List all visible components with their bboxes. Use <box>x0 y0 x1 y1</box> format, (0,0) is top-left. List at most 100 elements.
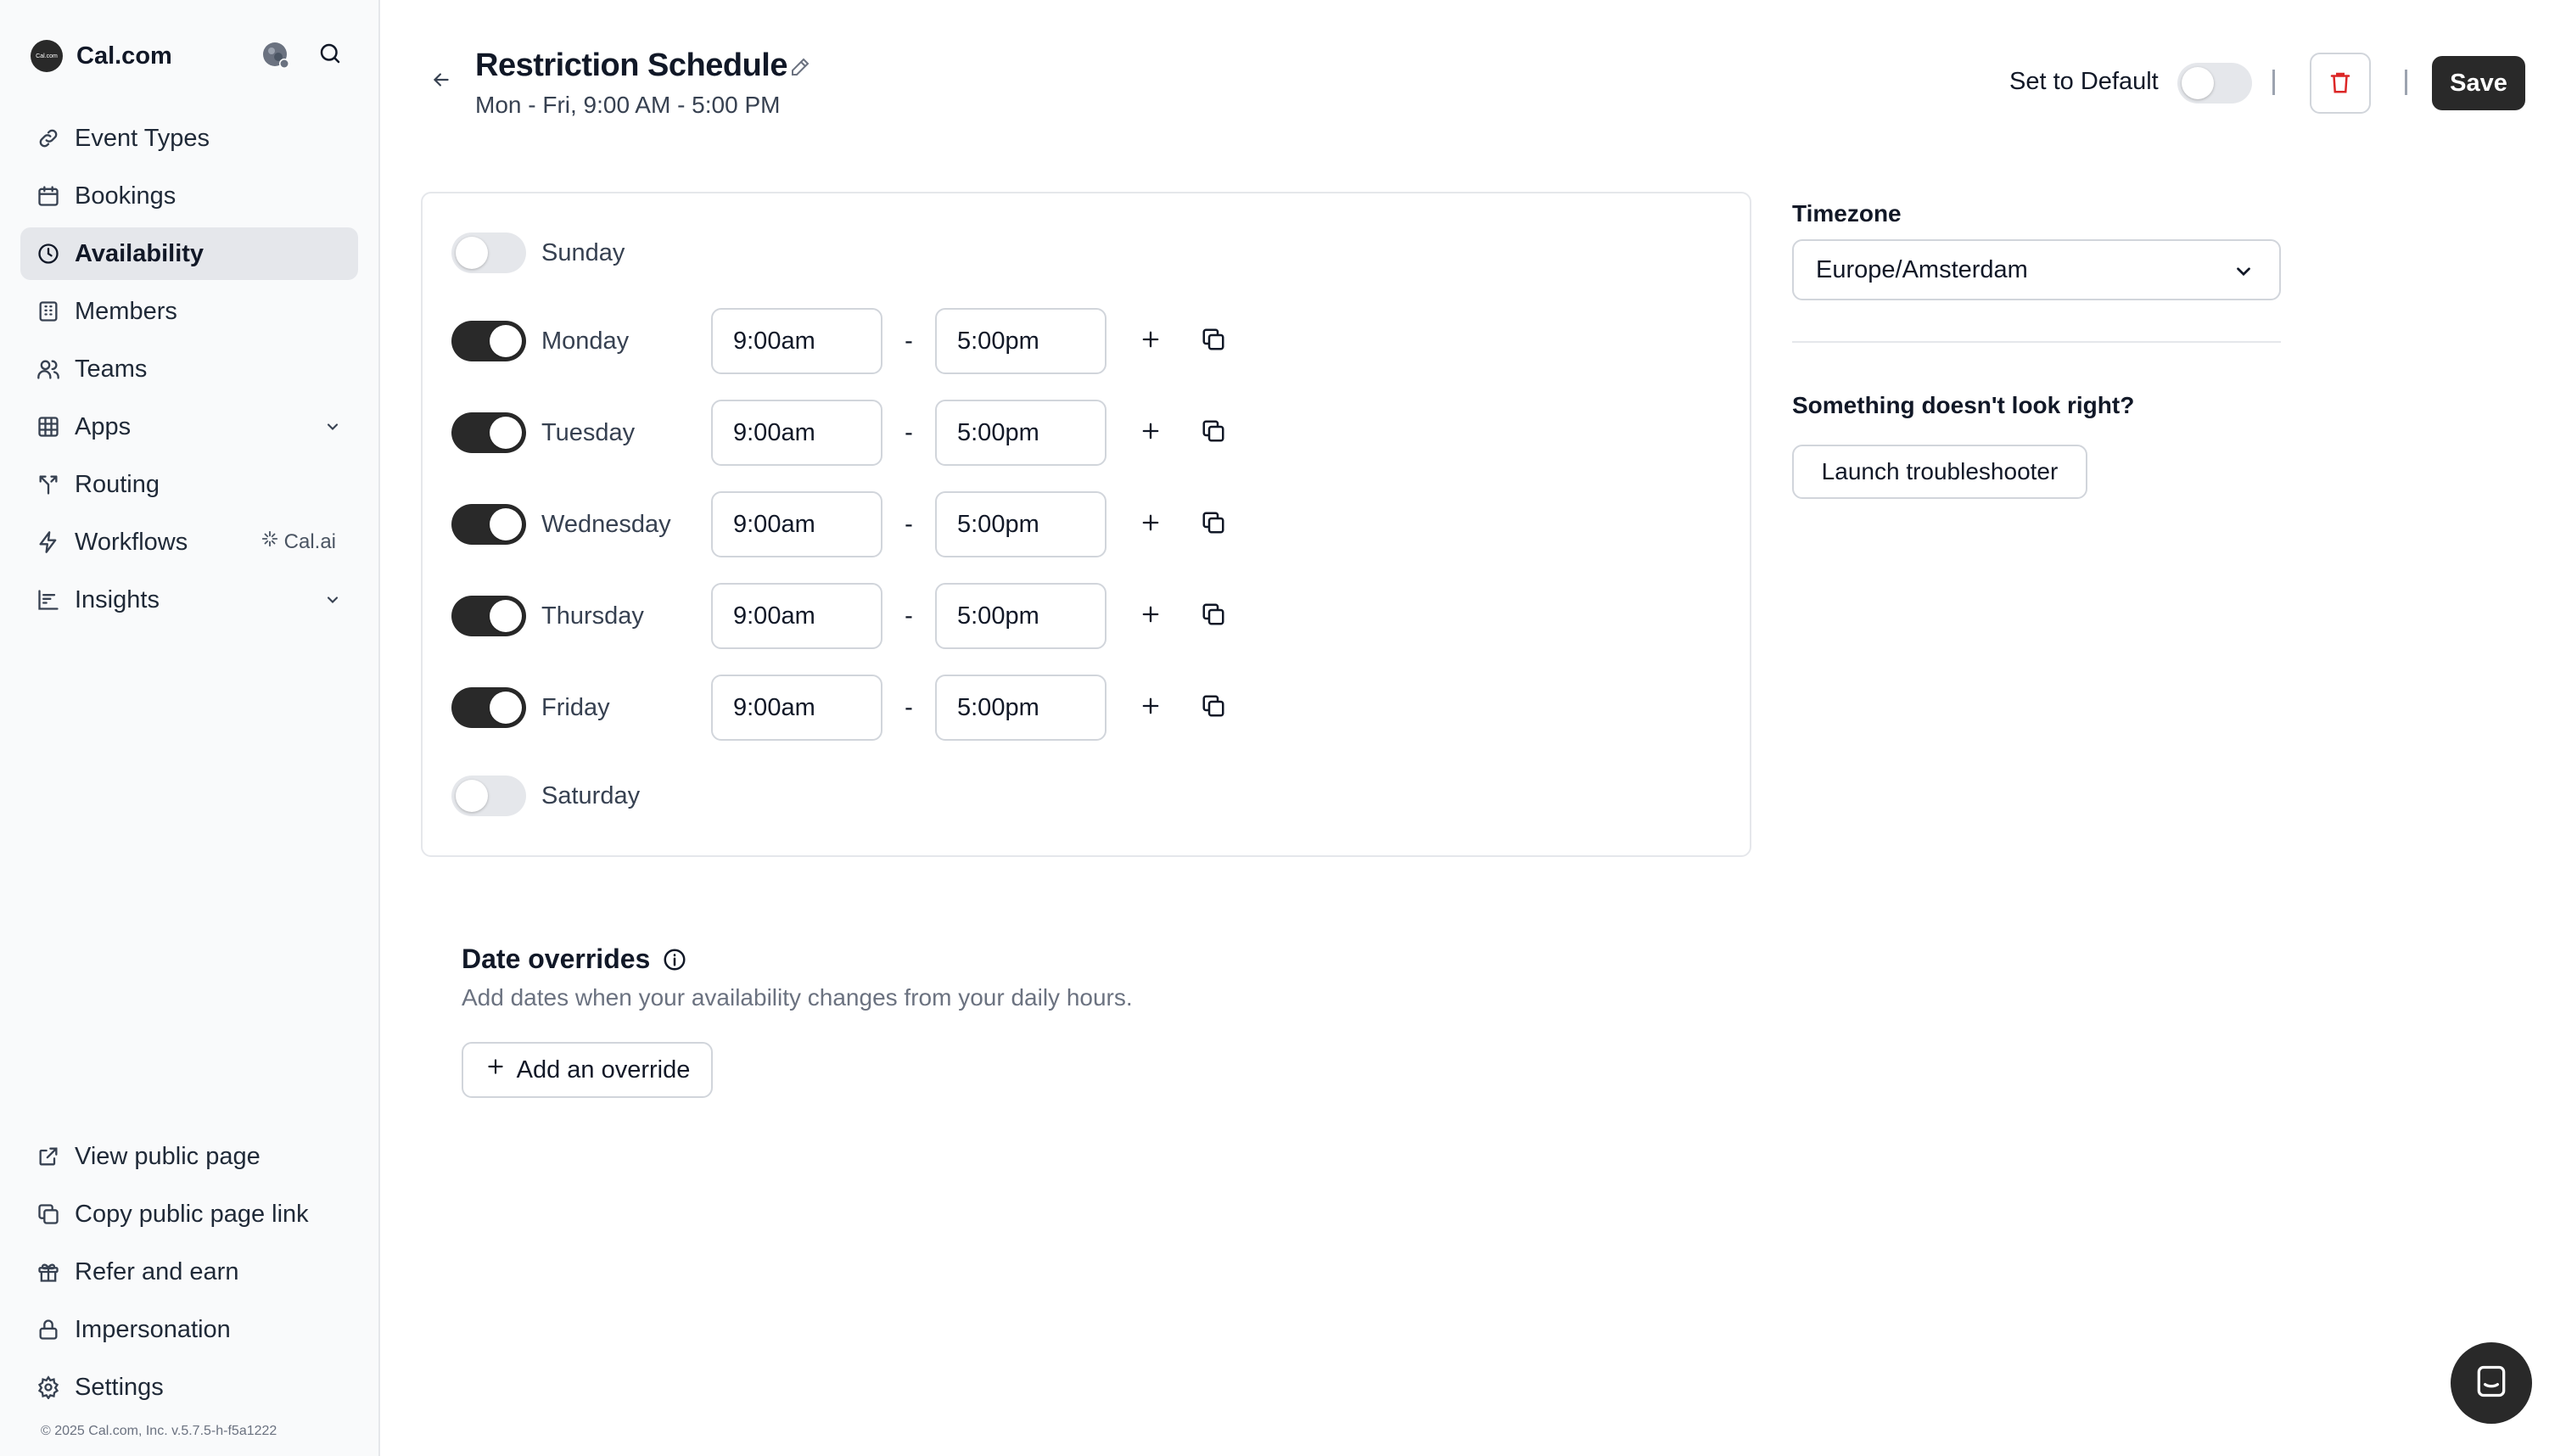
plus-icon <box>1139 602 1163 630</box>
copy-icon <box>1201 418 1226 448</box>
day-toggle[interactable] <box>451 596 526 636</box>
day-toggle[interactable] <box>451 412 526 453</box>
date-overrides-description: Add dates when your availability changes… <box>462 984 1133 1011</box>
copy-times-button[interactable] <box>1195 506 1232 543</box>
grid-icon <box>34 412 63 441</box>
start-time-select[interactable]: 9:00am <box>711 675 882 741</box>
add-slot-button[interactable] <box>1132 597 1169 635</box>
nav-item-copy-public-page-link[interactable]: Copy public page link <box>20 1188 358 1240</box>
time-separator: - <box>905 418 913 446</box>
add-slot-button[interactable] <box>1132 322 1169 360</box>
nav-label: View public page <box>75 1142 261 1170</box>
copy-icon <box>1201 693 1226 723</box>
timezone-select[interactable]: Europe/Amsterdam <box>1792 239 2281 300</box>
time-separator: - <box>905 510 913 538</box>
divider <box>2272 70 2275 95</box>
add-override-button[interactable]: Add an override <box>462 1042 713 1098</box>
day-row-wednesday: Wednesday 9:00am - 5:00pm <box>451 490 1639 558</box>
nav-item-event-types[interactable]: Event Types <box>20 112 358 165</box>
badge-label: Cal.ai <box>283 529 336 553</box>
copy-times-button[interactable] <box>1195 689 1232 726</box>
add-slot-button[interactable] <box>1132 689 1169 726</box>
page-subtitle: Mon - Fri, 9:00 AM - 5:00 PM <box>475 92 781 118</box>
weekly-schedule: Sunday Monday 9:00am - 5:00pm Tuesday 9:… <box>421 192 1751 857</box>
start-time-select[interactable]: 9:00am <box>711 308 882 374</box>
brand[interactable]: Cal.com Cal.com <box>31 39 172 73</box>
bar-chart-icon <box>34 585 63 614</box>
date-overrides-heading: Date overrides <box>462 944 651 974</box>
nav-item-insights[interactable]: Insights <box>20 574 358 626</box>
chevron-down-icon[interactable] <box>322 590 343 610</box>
toggle-knob <box>456 780 488 812</box>
end-time-select[interactable]: 5:00pm <box>935 675 1107 741</box>
end-time-select[interactable]: 5:00pm <box>935 491 1107 557</box>
day-toggle[interactable] <box>451 321 526 361</box>
nav-item-teams[interactable]: Teams <box>20 343 358 395</box>
start-time-select[interactable]: 9:00am <box>711 400 882 466</box>
search-button[interactable] <box>314 39 346 71</box>
toggle-knob <box>490 692 522 724</box>
nav-item-availability[interactable]: Availability <box>20 227 358 280</box>
day-toggle[interactable] <box>451 776 526 816</box>
nav-label: Routing <box>75 470 160 498</box>
nav-item-apps[interactable]: Apps <box>20 400 358 453</box>
day-toggle[interactable] <box>451 504 526 545</box>
nav-label: Impersonation <box>75 1315 231 1343</box>
main-nav: Event Types Bookings Availability Member… <box>20 112 358 631</box>
nav-item-settings[interactable]: Settings <box>20 1361 358 1414</box>
day-row-sunday: Sunday <box>451 219 1639 287</box>
info-icon[interactable] <box>660 945 689 974</box>
support-chat-button[interactable] <box>2451 1342 2532 1424</box>
calendar-icon <box>34 182 63 210</box>
time-separator: - <box>905 327 913 355</box>
nav-item-bookings[interactable]: Bookings <box>20 170 358 222</box>
version-footer: © 2025 Cal.com, Inc. v.5.7.5-h-f5a1222 <box>41 1424 277 1438</box>
copy-times-button[interactable] <box>1195 414 1232 451</box>
add-slot-button[interactable] <box>1132 414 1169 451</box>
time-separator: - <box>905 693 913 721</box>
day-name: Wednesday <box>541 510 671 538</box>
chevron-down-icon[interactable] <box>322 417 343 437</box>
day-toggle[interactable] <box>451 232 526 273</box>
day-row-friday: Friday 9:00am - 5:00pm <box>451 674 1639 742</box>
delete-button[interactable] <box>2310 53 2371 114</box>
start-time-select[interactable]: 9:00am <box>711 583 882 649</box>
external-link-icon <box>34 1142 63 1171</box>
nav-label: Settings <box>75 1373 164 1401</box>
copy-times-button[interactable] <box>1195 322 1232 360</box>
copy-times-button[interactable] <box>1195 597 1232 635</box>
arrow-left-icon <box>430 69 452 95</box>
nav-item-view-public-page[interactable]: View public page <box>20 1130 358 1183</box>
plus-icon <box>1139 511 1163 539</box>
day-name: Tuesday <box>541 418 636 446</box>
set-default-toggle[interactable] <box>2177 63 2252 104</box>
nav-item-refer-and-earn[interactable]: Refer and earn <box>20 1246 358 1298</box>
nav-item-impersonation[interactable]: Impersonation <box>20 1303 358 1356</box>
nav-label: Apps <box>75 412 132 440</box>
nav-label: Copy public page link <box>75 1200 309 1228</box>
plus-icon <box>1139 694 1163 722</box>
day-row-saturday: Saturday <box>451 762 1639 830</box>
save-button[interactable]: Save <box>2432 56 2525 110</box>
pencil-icon <box>790 57 810 81</box>
timezone-value: Europe/Amsterdam <box>1816 255 2028 283</box>
launch-troubleshooter-button[interactable]: Launch troubleshooter <box>1792 445 2087 499</box>
time-separator: - <box>905 602 913 630</box>
end-time-select[interactable]: 5:00pm <box>935 400 1107 466</box>
lock-icon <box>34 1315 63 1344</box>
add-slot-button[interactable] <box>1132 506 1169 543</box>
nav-item-workflows[interactable]: Workflows Cal.ai <box>20 516 358 568</box>
end-time-select[interactable]: 5:00pm <box>935 583 1107 649</box>
avatar[interactable] <box>260 39 292 71</box>
end-time-select[interactable]: 5:00pm <box>935 308 1107 374</box>
edit-title-button[interactable] <box>787 56 813 81</box>
day-toggle[interactable] <box>451 687 526 728</box>
nav-item-members[interactable]: Members <box>20 285 358 338</box>
brand-name: Cal.com <box>76 42 172 70</box>
nav-item-routing[interactable]: Routing <box>20 458 358 511</box>
back-button[interactable] <box>424 64 458 98</box>
add-override-label: Add an override <box>516 1056 691 1084</box>
users-icon <box>34 355 63 384</box>
start-time-select[interactable]: 9:00am <box>711 491 882 557</box>
nav-label: Workflows <box>75 528 188 556</box>
